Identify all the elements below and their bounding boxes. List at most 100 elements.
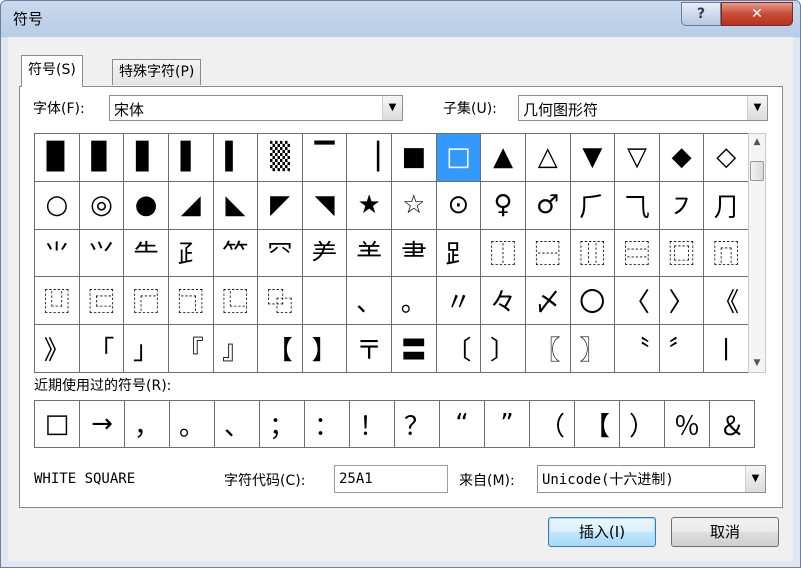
scrollbar-thumb[interactable] — [750, 161, 764, 181]
symbol-cell[interactable]: ⺄ — [614, 180, 660, 230]
symbol-cell[interactable]: 【 — [257, 324, 303, 373]
symbol-cell[interactable]: 「 — [78, 324, 125, 373]
tab-symbols[interactable]: 符号(S) — [21, 55, 83, 87]
symbol-cell[interactable]: ⿵ — [703, 228, 749, 278]
recent-symbol-cell[interactable]: → — [79, 400, 125, 448]
symbol-cell[interactable]: 〞 — [658, 324, 705, 373]
symbol-cell[interactable]: 》 — [34, 324, 80, 373]
symbol-grid-scrollbar[interactable]: ▲ ▼ — [748, 133, 766, 373]
symbol-cell[interactable]: ▒ — [257, 133, 303, 182]
symbol-cell[interactable]: ☆ — [391, 180, 437, 230]
symbol-cell[interactable]: ◎ — [78, 180, 125, 230]
symbol-cell[interactable]: ● — [123, 180, 169, 230]
symbol-cell[interactable]: ▲ — [480, 133, 526, 182]
symbol-cell[interactable]: ⺌ — [34, 228, 80, 278]
help-button[interactable]: ? — [681, 2, 721, 26]
symbol-cell[interactable]: 】 — [301, 324, 348, 373]
symbol-cell[interactable]: 」 — [123, 324, 169, 373]
tab-special-characters[interactable]: 特殊字符(P) — [112, 59, 202, 85]
symbol-cell[interactable]: ▌ — [167, 133, 214, 182]
subset-select[interactable]: 几何图形符 ▼ — [518, 95, 768, 121]
symbol-cell[interactable]: 〇 — [569, 276, 616, 326]
title-bar[interactable]: 符号 ? ✕ — [1, 1, 800, 37]
char-code-input[interactable]: 25A1 — [334, 465, 448, 493]
insert-button[interactable]: 插入(I) — [548, 517, 656, 547]
symbol-cell[interactable]: ▽ — [614, 133, 660, 182]
recent-symbol-cell[interactable]: ： — [304, 400, 350, 448]
recent-symbol-cell[interactable]: 【 — [574, 400, 620, 448]
symbol-cell[interactable]: ▕ — [346, 133, 392, 182]
symbol-cell[interactable]: ⊙ — [435, 180, 482, 230]
recent-symbol-cell[interactable]: ＆ — [709, 400, 755, 448]
symbol-cell[interactable]: ▔ — [301, 133, 348, 182]
symbol-cell[interactable]: ⺳ — [257, 228, 303, 278]
recent-symbol-cell[interactable]: ％ — [664, 400, 710, 448]
symbol-cell[interactable]: ◥ — [301, 180, 348, 230]
symbol-cell[interactable]: 〈 — [614, 276, 660, 326]
symbol-cell[interactable]: ⿻ — [257, 276, 303, 326]
symbol-cell[interactable]: ⿴ — [658, 228, 705, 278]
recent-symbol-cell[interactable]: “ — [439, 400, 485, 448]
symbol-cell[interactable]: ◇ — [703, 133, 749, 182]
symbol-cell[interactable]: ⺧ — [123, 228, 169, 278]
symbol-cell[interactable]: ㇇ — [658, 180, 705, 230]
symbol-cell[interactable]: ◢ — [167, 180, 214, 230]
symbol-cell[interactable]: ♀ — [480, 180, 526, 230]
symbol-cell[interactable]: ★ — [346, 180, 392, 230]
symbol-cell[interactable]: ⿶ — [34, 276, 80, 326]
symbol-cell[interactable]: ⻊ — [435, 228, 482, 278]
recent-symbol-cell[interactable]: ！ — [349, 400, 395, 448]
symbol-cell[interactable]: 〕 — [480, 324, 526, 373]
symbol-cell[interactable]: ⺁ — [569, 180, 616, 230]
symbol-cell[interactable]: ⿲ — [569, 228, 616, 278]
recent-symbol-cell[interactable]: 。 — [169, 400, 215, 448]
recent-symbol-cell[interactable]: ） — [619, 400, 665, 448]
symbol-cell[interactable]: ⿳ — [614, 228, 660, 278]
font-select[interactable]: 宋体 ▼ — [109, 95, 403, 121]
from-select[interactable]: Unicode(十六进制) ▼ — [537, 465, 766, 493]
recent-symbol-cell[interactable]: （ — [529, 400, 575, 448]
symbol-cell[interactable]: 〒 — [346, 324, 392, 373]
symbol-cell[interactable] — [301, 276, 348, 326]
symbol-cell[interactable]: 〃 — [435, 276, 482, 326]
chevron-down-icon[interactable]: ▼ — [747, 96, 767, 120]
symbol-cell[interactable]: 〆 — [524, 276, 571, 326]
symbol-cell[interactable]: 《 — [703, 276, 749, 326]
symbol-cell[interactable]: ⺮ — [212, 228, 259, 278]
symbol-cell[interactable]: ◣ — [212, 180, 259, 230]
symbol-cell[interactable]: 。 — [391, 276, 437, 326]
scroll-down-arrow-icon[interactable]: ▼ — [749, 355, 765, 372]
recent-symbol-cell[interactable]: ” — [484, 400, 530, 448]
recent-symbol-cell[interactable]: □ — [34, 400, 80, 448]
symbol-cell[interactable]: ■ — [391, 133, 437, 182]
symbol-cell[interactable]: ▼ — [569, 133, 616, 182]
symbol-cell[interactable]: ⺶ — [301, 228, 348, 278]
symbol-cell[interactable]: ♂ — [524, 180, 571, 230]
symbol-cell[interactable]: ▊ — [78, 133, 125, 182]
symbol-cell[interactable]: 、 — [346, 276, 392, 326]
symbol-cell[interactable]: ⿱ — [524, 228, 571, 278]
symbol-cell[interactable]: ⿹ — [167, 276, 214, 326]
symbol-cell[interactable]: ⿺ — [212, 276, 259, 326]
symbol-cell[interactable]: 〡 — [703, 324, 749, 373]
symbol-cell[interactable]: △ — [524, 133, 571, 182]
recent-symbol-cell[interactable]: ； — [259, 400, 305, 448]
symbol-cell[interactable]: ▍ — [212, 133, 259, 182]
symbol-cell[interactable]: 〗 — [569, 324, 616, 373]
symbol-cell[interactable]: 々 — [480, 276, 526, 326]
symbol-cell[interactable]: ⿰ — [480, 228, 526, 278]
symbol-cell[interactable]: ▉ — [34, 133, 80, 182]
symbol-cell[interactable]: ⿷ — [78, 276, 125, 326]
symbol-cell[interactable]: 〓 — [391, 324, 437, 373]
symbol-cell[interactable]: ⺷ — [346, 228, 392, 278]
symbol-cell[interactable]: ⺆ — [703, 180, 749, 230]
symbol-cell[interactable]: ⿸ — [123, 276, 169, 326]
symbol-cell[interactable]: ○ — [34, 180, 80, 230]
scroll-up-arrow-icon[interactable]: ▲ — [749, 134, 765, 151]
symbol-cell[interactable]: 』 — [212, 324, 259, 373]
symbol-cell[interactable]: ▋ — [123, 133, 169, 182]
symbol-cell[interactable]: 〝 — [614, 324, 660, 373]
symbol-cell[interactable]: ◆ — [658, 133, 705, 182]
symbol-cell[interactable]: 『 — [167, 324, 214, 373]
symbol-cell[interactable]: ◤ — [257, 180, 303, 230]
